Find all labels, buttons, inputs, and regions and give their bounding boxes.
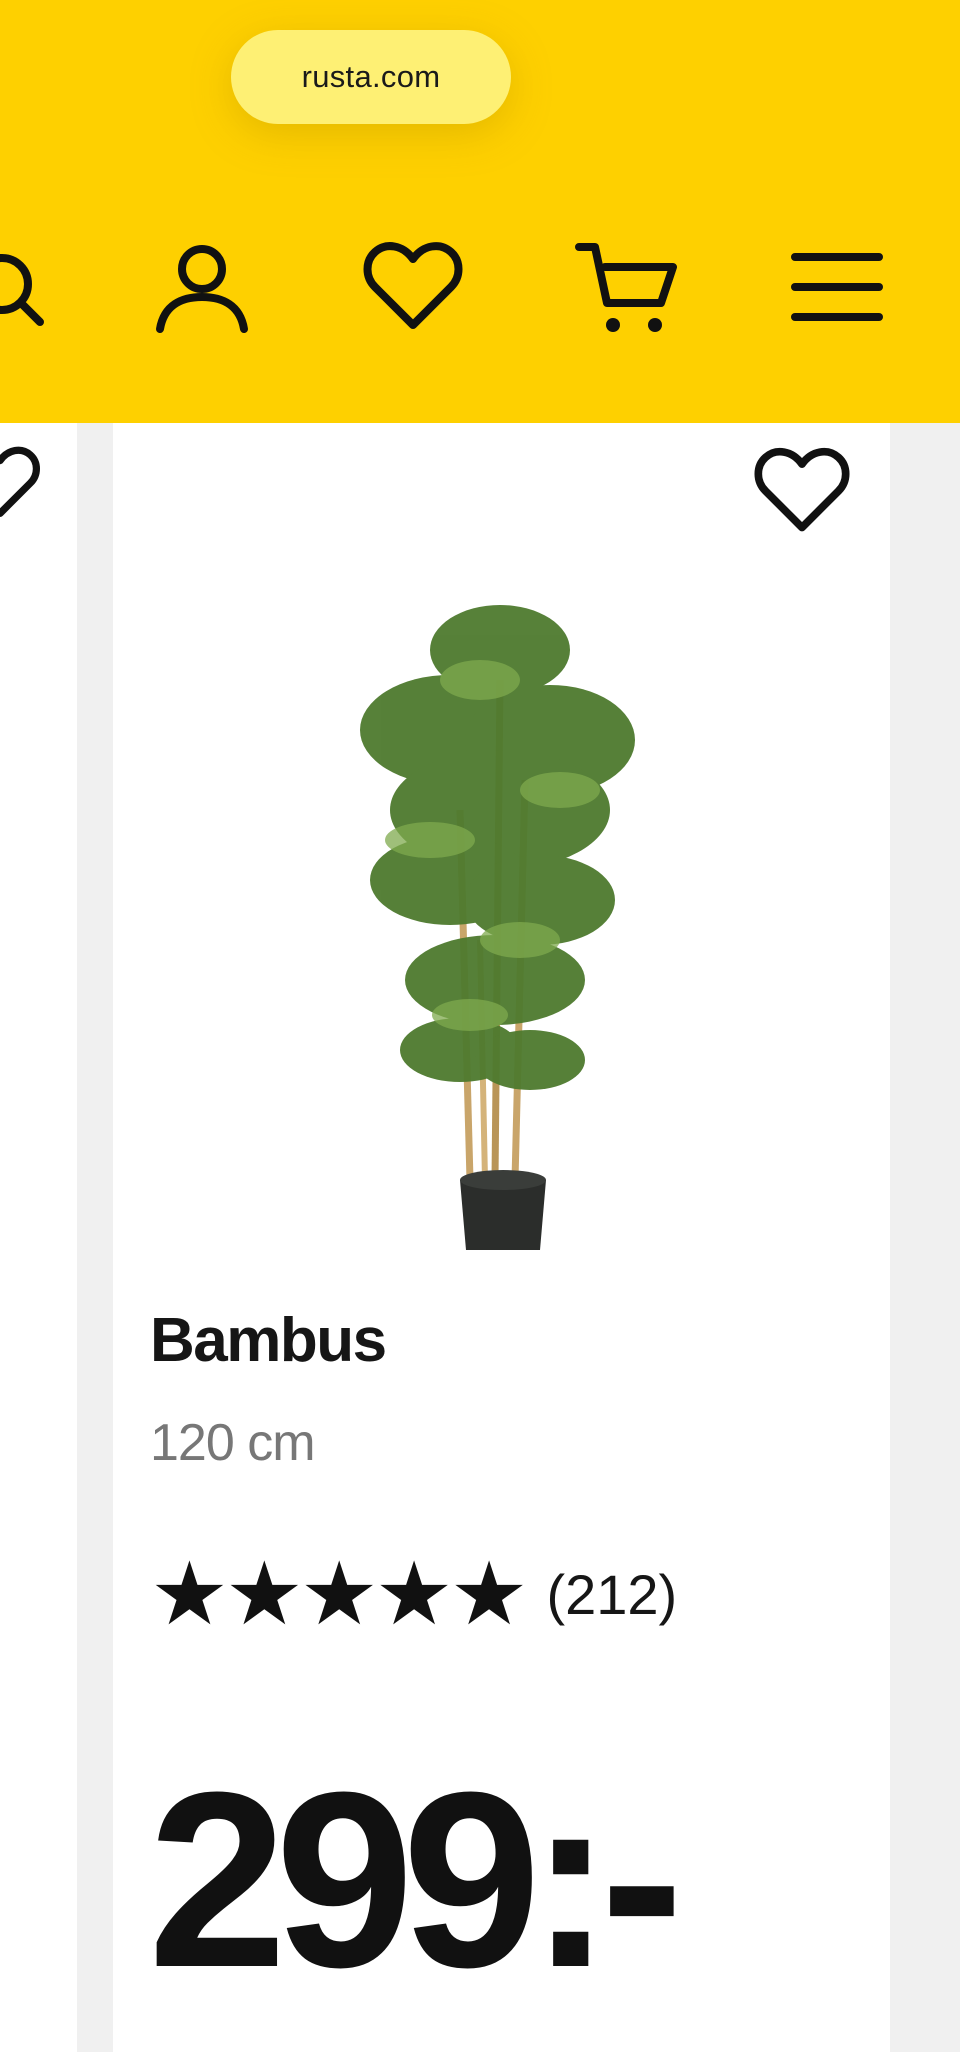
rating-stars: ★ ★ ★ ★ ★: [150, 1544, 528, 1643]
rating-count: (212): [546, 1562, 678, 1626]
heart-icon[interactable]: [358, 232, 468, 342]
heart-icon[interactable]: [754, 443, 850, 539]
product-rating: ★ ★ ★ ★ ★ (212): [150, 1550, 677, 1638]
product-size: 120 cm: [150, 1414, 316, 1472]
star-icon: ★: [150, 1544, 229, 1643]
product-title[interactable]: Bambus: [150, 1305, 387, 1376]
cart-icon[interactable]: [572, 232, 682, 342]
heart-icon[interactable]: [0, 443, 40, 523]
search-icon[interactable]: [0, 232, 60, 342]
next-product-card[interactable]: [895, 423, 960, 2052]
star-icon: ★: [449, 1544, 529, 1643]
url-text: rusta.com: [301, 59, 441, 94]
star-icon: ★: [299, 1544, 379, 1643]
star-icon: ★: [374, 1544, 454, 1643]
product-price: 299:-: [148, 1740, 684, 2019]
star-icon: ★: [224, 1544, 304, 1643]
user-icon[interactable]: [147, 232, 257, 342]
product-image[interactable]: [300, 560, 700, 1260]
url-bar[interactable]: rusta.com: [231, 30, 511, 124]
site-header: rusta.com: [0, 0, 960, 423]
previous-product-card[interactable]: [0, 423, 77, 2052]
menu-icon[interactable]: [782, 232, 892, 342]
